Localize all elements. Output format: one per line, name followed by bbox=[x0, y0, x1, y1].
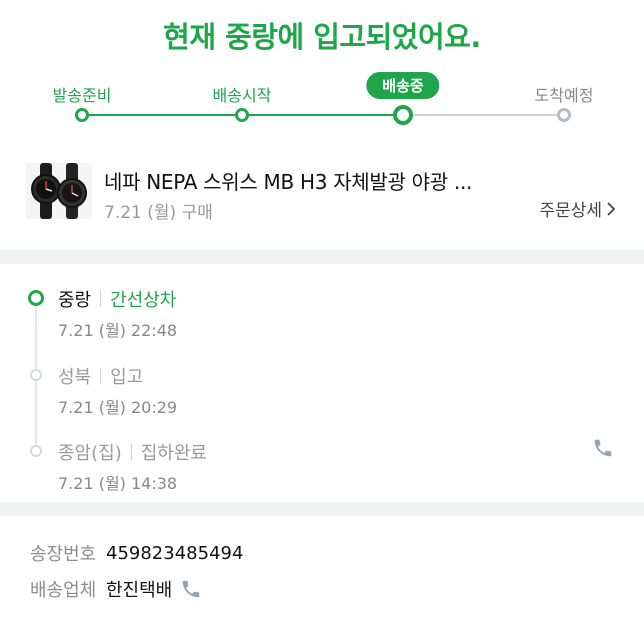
order-detail-link[interactable]: 주문상세 bbox=[539, 196, 616, 221]
phone-icon[interactable] bbox=[592, 437, 614, 459]
page-headline: 현재 중랑에 입고되었어요. bbox=[163, 20, 481, 54]
carrier-row: 배송업체 한진택배 bbox=[30, 576, 202, 602]
product-name: 네파 NEPA 스위스 MB H3 자체발광 야광 ... bbox=[104, 170, 473, 194]
step-label-preparing: 발송준비 bbox=[52, 86, 112, 105]
tracking-timeline: 중랑 간선상차 7.21 (월) 22:48 성북 입고 7.21 (월) 20… bbox=[0, 264, 644, 502]
step-label-expected: 도착예정 bbox=[534, 86, 594, 105]
step-dot-expected bbox=[557, 108, 571, 122]
separator bbox=[100, 368, 102, 384]
timeline-location: 성북 bbox=[58, 367, 92, 388]
timeline-dot bbox=[30, 369, 42, 381]
step-dot-preparing bbox=[75, 108, 89, 122]
progress-track-pending bbox=[404, 114, 564, 116]
timeline-location-row: 종암(집) 집하완료 bbox=[58, 439, 207, 465]
timeline-status: 집하완료 bbox=[140, 443, 207, 464]
delivery-progress: 발송준비 배송시작 배송중 도착예정 bbox=[0, 70, 644, 130]
order-detail-label: 주문상세 bbox=[539, 201, 602, 221]
section-divider bbox=[0, 502, 644, 516]
timeline-status: 간선상차 bbox=[110, 290, 177, 311]
timeline-time: 7.21 (월) 22:48 bbox=[58, 321, 178, 340]
tracking-number-row: 송장번호 459823485494 bbox=[30, 540, 243, 566]
chevron-right-icon bbox=[607, 201, 616, 216]
watch-thumbnail-icon bbox=[26, 163, 92, 219]
step-dot-started bbox=[235, 108, 249, 122]
step-dot-in-transit bbox=[393, 105, 413, 125]
timeline-location-row: 중랑 간선상차 bbox=[58, 286, 176, 312]
step-label-in-transit: 배송중 bbox=[366, 72, 440, 99]
timeline-dot bbox=[30, 445, 42, 457]
timeline-dot-active bbox=[28, 290, 44, 306]
product-card[interactable]: 네파 NEPA 스위스 MB H3 자체발광 야광 ... 7.21 (월) 구… bbox=[0, 158, 644, 228]
separator bbox=[100, 291, 102, 307]
timeline-location-row: 성북 입고 bbox=[58, 363, 143, 389]
timeline-location: 종암(집) bbox=[58, 443, 122, 464]
step-label-started: 배송시작 bbox=[212, 86, 272, 105]
separator bbox=[130, 444, 132, 460]
section-divider bbox=[0, 250, 644, 264]
tracking-number-label: 송장번호 bbox=[30, 544, 97, 565]
timeline-time: 7.21 (월) 20:29 bbox=[58, 398, 178, 417]
purchase-date: 7.21 (월) 구매 bbox=[104, 203, 213, 223]
carrier-name: 한진택배 bbox=[106, 580, 173, 601]
phone-icon[interactable] bbox=[180, 578, 202, 600]
timeline-status: 입고 bbox=[110, 367, 144, 388]
timeline-time: 7.21 (월) 14:38 bbox=[58, 474, 178, 493]
carrier-label: 배송업체 bbox=[30, 580, 97, 601]
tracking-number: 459823485494 bbox=[106, 542, 244, 564]
timeline-location: 중랑 bbox=[58, 290, 92, 311]
